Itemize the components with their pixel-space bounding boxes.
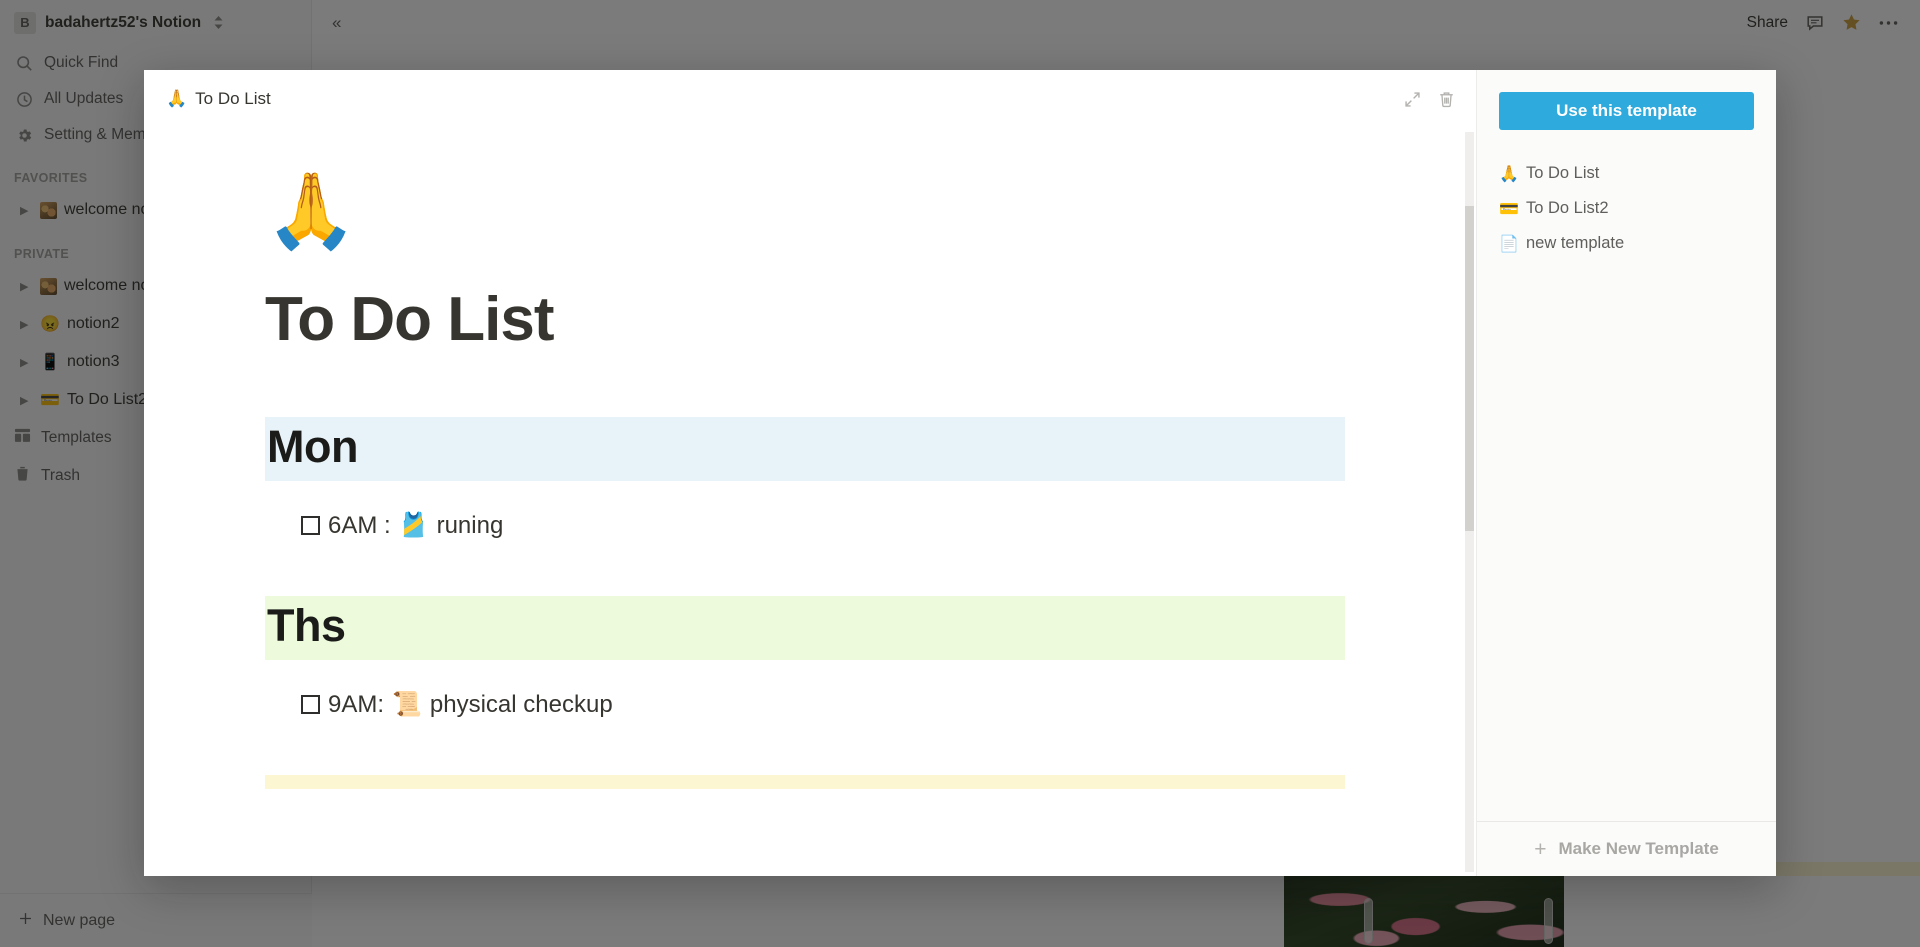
modal-header: 🙏 To Do List bbox=[144, 70, 1476, 128]
plus-icon: + bbox=[1534, 837, 1547, 861]
template-sidebar: Use this template 🙏 To Do List 💳 To Do L… bbox=[1476, 70, 1776, 876]
document-emoji-icon: 📄 bbox=[1499, 235, 1519, 253]
template-list-item-to-do-list2[interactable]: 💳 To Do List2 bbox=[1477, 191, 1776, 226]
page-icon-emoji[interactable]: 🙏 bbox=[265, 174, 1345, 248]
todo-item[interactable]: 6AM : 🎽 runing bbox=[301, 511, 1345, 540]
credit-card-emoji-icon: 💳 bbox=[1499, 200, 1519, 218]
folded-hands-emoji-icon: 🙏 bbox=[1499, 165, 1519, 183]
todo-text: runing bbox=[436, 511, 504, 539]
make-new-template-label: Make New Template bbox=[1558, 839, 1719, 858]
section-heading-next bbox=[265, 775, 1345, 789]
modal-header-actions bbox=[1404, 90, 1456, 109]
expand-diagonal-icon[interactable] bbox=[1404, 91, 1421, 108]
template-label: new template bbox=[1526, 234, 1625, 252]
day-label: Ths bbox=[267, 600, 346, 651]
checkbox[interactable] bbox=[301, 695, 320, 714]
use-this-template-button[interactable]: Use this template bbox=[1499, 92, 1754, 130]
preview-scroll-area: 🙏 To Do List Mon 6AM : 🎽 runing Ths 9AM:… bbox=[144, 128, 1476, 876]
document-body: 🙏 To Do List Mon 6AM : 🎽 runing Ths 9AM:… bbox=[144, 128, 1476, 789]
page-title[interactable]: To Do List bbox=[265, 284, 1345, 355]
todo-time: 6AM : bbox=[328, 511, 391, 539]
template-preview-modal: 🙏 To Do List 🙏 To Do List Mon 6AM: 🎽 ru… bbox=[144, 70, 1776, 876]
template-label: To Do List2 bbox=[1526, 199, 1609, 217]
trash-icon[interactable] bbox=[1437, 90, 1456, 109]
make-new-template-button[interactable]: + Make New Template bbox=[1477, 821, 1776, 876]
todo-item[interactable]: 9AM: 📜 physical checkup bbox=[301, 690, 1345, 719]
breadcrumb[interactable]: 🙏 To Do List bbox=[166, 89, 271, 109]
screen: B badahertz52's Notion Quick Find All Up… bbox=[0, 0, 1920, 947]
template-list: 🙏 To Do List 💳 To Do List2 📄 new templat… bbox=[1477, 130, 1776, 821]
todo-time: 9AM: bbox=[328, 690, 385, 718]
template-preview-pane: 🙏 To Do List 🙏 To Do List Mon 6AM: 🎽 ru… bbox=[144, 70, 1476, 876]
section-heading-ths: Ths bbox=[265, 596, 1345, 660]
section-heading-mon: Mon bbox=[265, 417, 1345, 481]
scroll-emoji-icon: 📜 bbox=[392, 691, 422, 718]
running-shirt-emoji-icon: 🎽 bbox=[398, 512, 429, 539]
template-list-item-to-do-list[interactable]: 🙏 To Do List bbox=[1477, 156, 1776, 191]
folded-hands-emoji-icon: 🙏 bbox=[166, 89, 188, 108]
template-label: To Do List bbox=[1526, 164, 1600, 182]
preview-scrollbar-thumb[interactable] bbox=[1465, 206, 1474, 531]
template-list-item-new-template[interactable]: 📄 new template bbox=[1477, 226, 1776, 261]
todo-text: physical checkup bbox=[429, 690, 613, 718]
breadcrumb-label: To Do List bbox=[195, 89, 271, 108]
checkbox[interactable] bbox=[301, 516, 320, 535]
day-label: Mon bbox=[267, 421, 358, 472]
